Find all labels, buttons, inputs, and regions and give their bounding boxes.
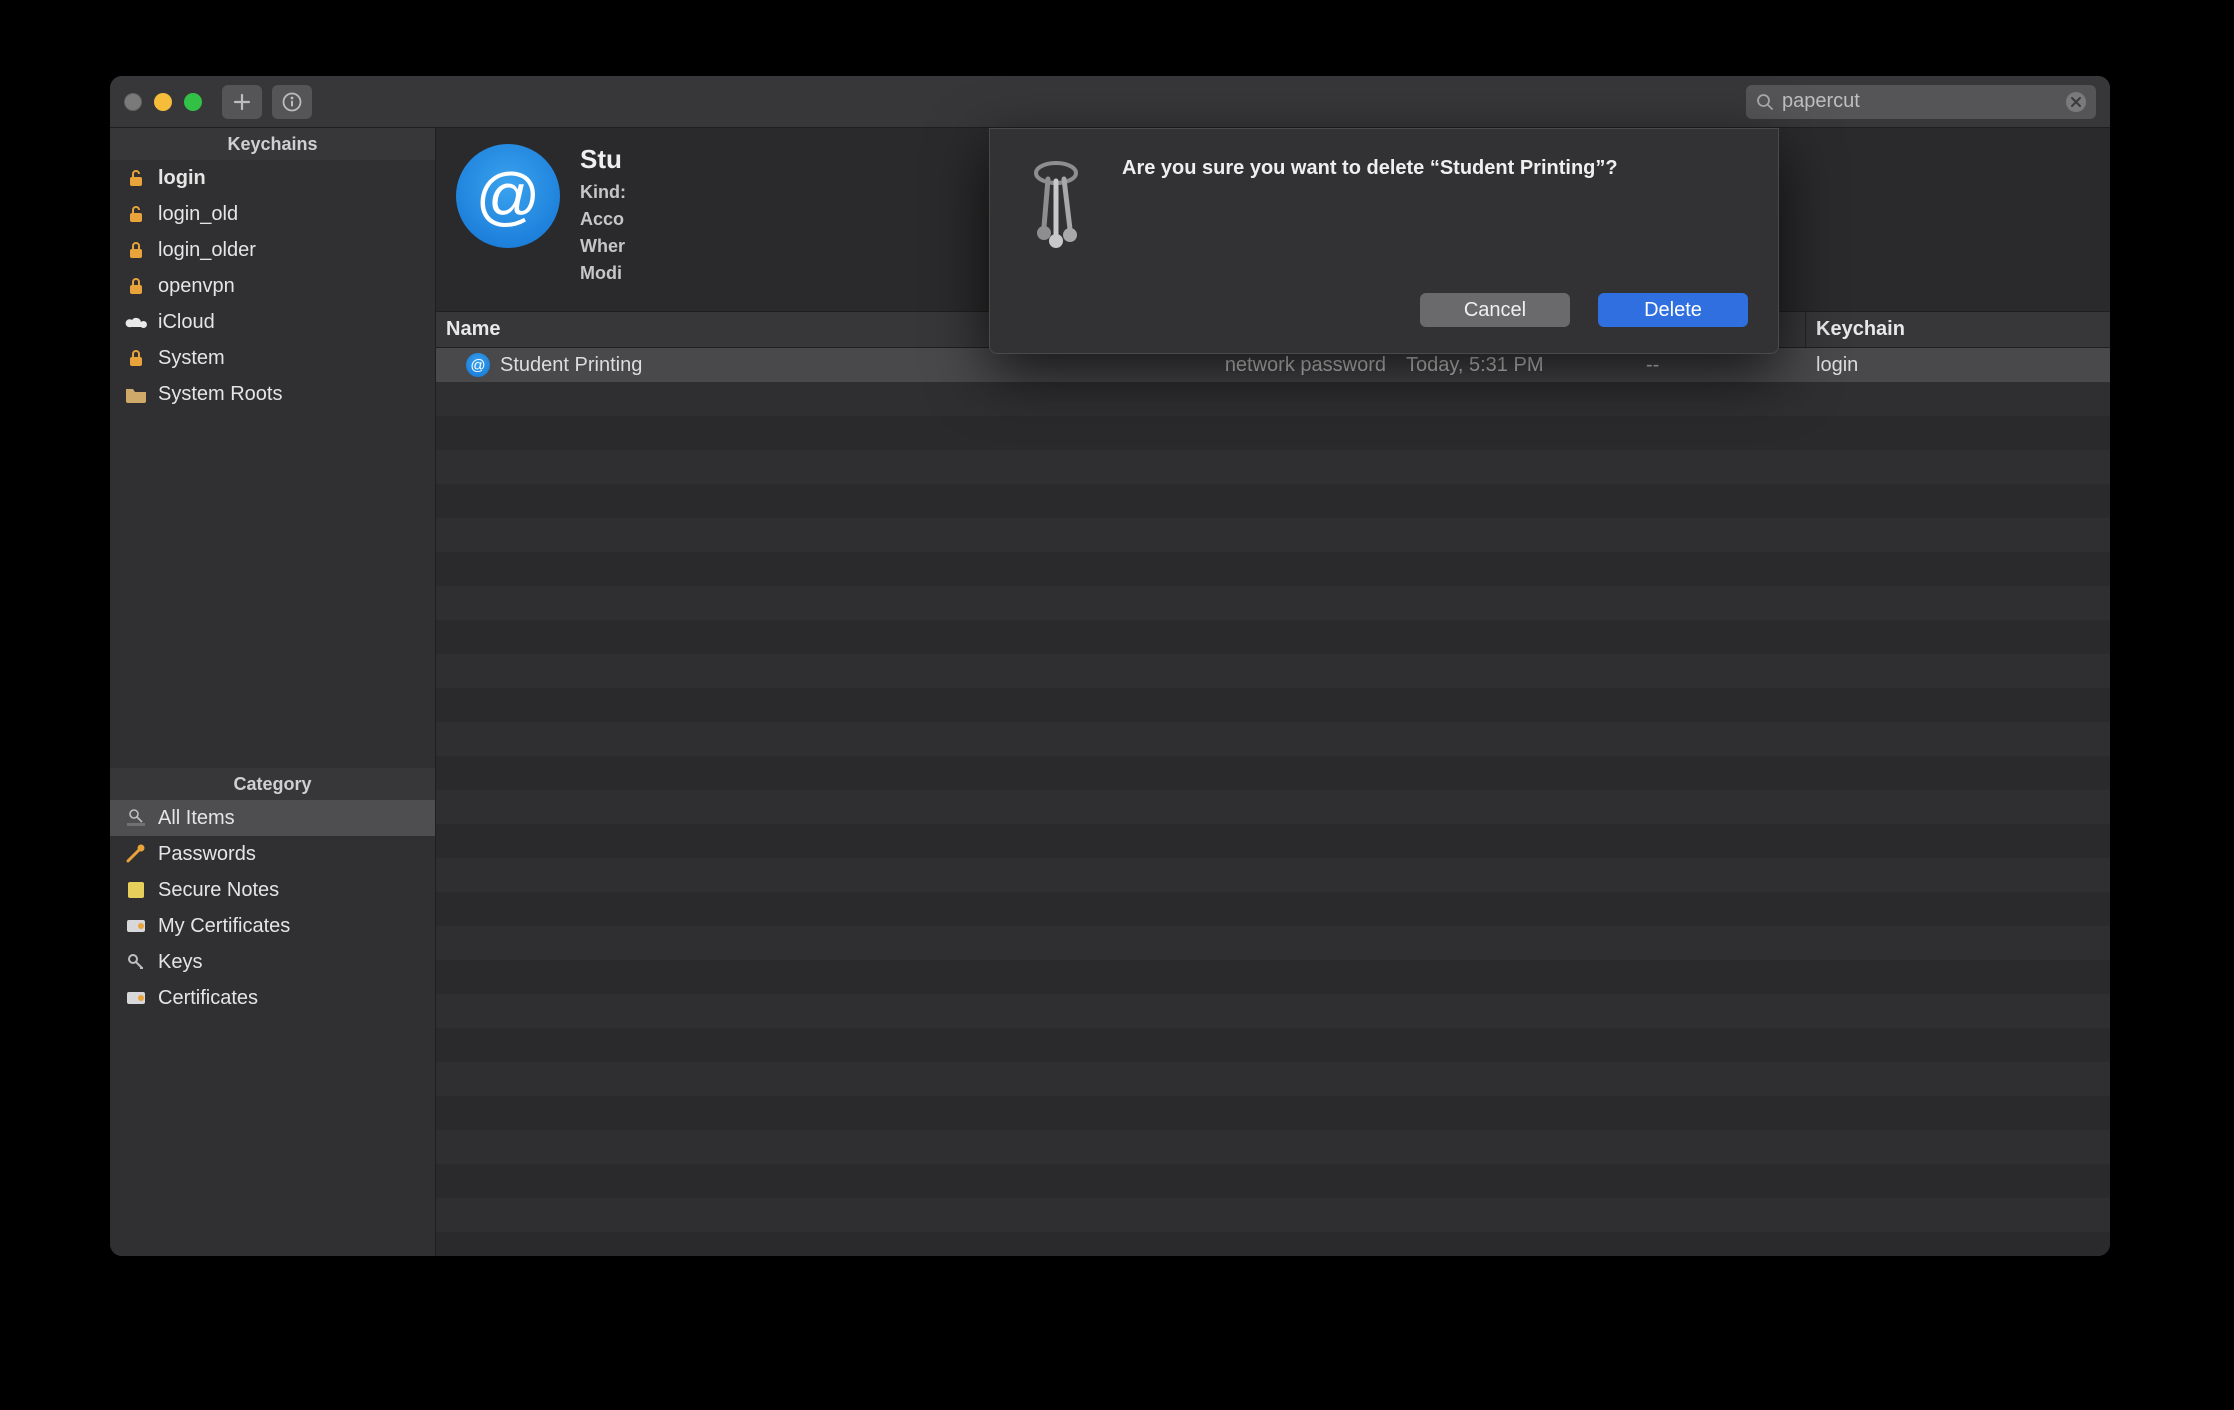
keychain-item-label: login_old (158, 203, 238, 226)
plus-icon (233, 93, 251, 111)
lock-icon (124, 346, 148, 370)
keychain-item-label: System Roots (158, 383, 282, 406)
detail-modified-label: Modi (580, 263, 622, 283)
sidebar: Keychains login login_old login_olderopenv… (110, 128, 436, 1256)
keychain-item-label: iCloud (158, 311, 215, 334)
keychain-access-window: Keychains login login_old login_olderopenv… (110, 76, 2110, 1256)
search-field[interactable] (1746, 85, 2096, 119)
detail-kind-label: Kind: (580, 182, 626, 202)
keychain-item[interactable]: login (110, 160, 435, 196)
lock-icon (124, 274, 148, 298)
keychain-item[interactable]: openvpn (110, 268, 435, 304)
folder-icon (124, 382, 148, 406)
category-item-label: Secure Notes (158, 879, 279, 902)
keychain-item[interactable]: System Roots (110, 376, 435, 412)
delete-button[interactable]: Delete (1598, 293, 1748, 327)
lock-open-icon (124, 166, 148, 190)
add-item-button[interactable] (222, 85, 262, 119)
cert-icon (124, 914, 148, 938)
at-sign-icon: @ (466, 353, 490, 377)
dialog-message: Are you sure you want to delete “Student… (1122, 155, 1618, 182)
category-item-label: My Certificates (158, 915, 290, 938)
category-item[interactable]: Secure Notes (110, 872, 435, 908)
cert-icon (124, 986, 148, 1010)
row-name: Student Printing (500, 354, 642, 377)
cloud-icon (124, 310, 148, 334)
keychain-item[interactable]: login_older (110, 232, 435, 268)
minimize-window-button[interactable] (154, 93, 172, 111)
confirm-delete-dialog: Are you sure you want to delete “Student… (989, 128, 1779, 354)
category-item-label: All Items (158, 807, 235, 830)
category-item-label: Passwords (158, 843, 256, 866)
clear-icon (2071, 97, 2081, 107)
category-item-label: Keys (158, 951, 202, 974)
category-item[interactable]: Keys (110, 944, 435, 980)
item-detail-title: Stu (580, 144, 626, 175)
search-icon (1756, 93, 1774, 111)
keychain-item-label: openvpn (158, 275, 235, 298)
pwd-icon (124, 842, 148, 866)
keys-icon (1014, 155, 1098, 265)
category-header: Category (110, 768, 435, 800)
cancel-button[interactable]: Cancel (1420, 293, 1570, 327)
key-icon (124, 950, 148, 974)
keychains-header: Keychains (110, 128, 435, 160)
zoom-window-button[interactable] (184, 93, 202, 111)
keychain-item[interactable]: login_old (110, 196, 435, 232)
at-sign-icon: @ (456, 144, 560, 248)
lock-icon (124, 238, 148, 262)
keychain-item[interactable]: iCloud (110, 304, 435, 340)
keychain-item[interactable]: System (110, 340, 435, 376)
search-input[interactable] (1782, 90, 2066, 113)
category-item[interactable]: My Certificates (110, 908, 435, 944)
detail-account-label: Acco (580, 209, 624, 229)
info-icon (282, 92, 302, 112)
close-window-button[interactable] (124, 93, 142, 111)
lock-open-icon (124, 202, 148, 226)
note-icon (124, 878, 148, 902)
clear-search-button[interactable] (2066, 92, 2086, 112)
category-item[interactable]: All Items (110, 800, 435, 836)
all-icon (124, 806, 148, 830)
category-item[interactable]: Passwords (110, 836, 435, 872)
titlebar (110, 76, 2110, 128)
keychain-item-label: System (158, 347, 225, 370)
row-keychain: login (1806, 348, 2110, 382)
column-header-keychain[interactable]: Keychain (1806, 312, 2110, 347)
main-pane: @ Stu Kind: Acco Wher Modi Name Kind Mod… (436, 128, 2110, 1256)
items-table-body[interactable]: @Student Printingnetwork passwordToday, … (436, 348, 2110, 1256)
detail-where-label: Wher (580, 236, 625, 256)
keychain-item-label: login (158, 167, 206, 190)
category-item-label: Certificates (158, 987, 258, 1010)
window-controls (124, 93, 202, 111)
info-button[interactable] (272, 85, 312, 119)
category-item[interactable]: Certificates (110, 980, 435, 1016)
keychain-item-label: login_older (158, 239, 256, 262)
